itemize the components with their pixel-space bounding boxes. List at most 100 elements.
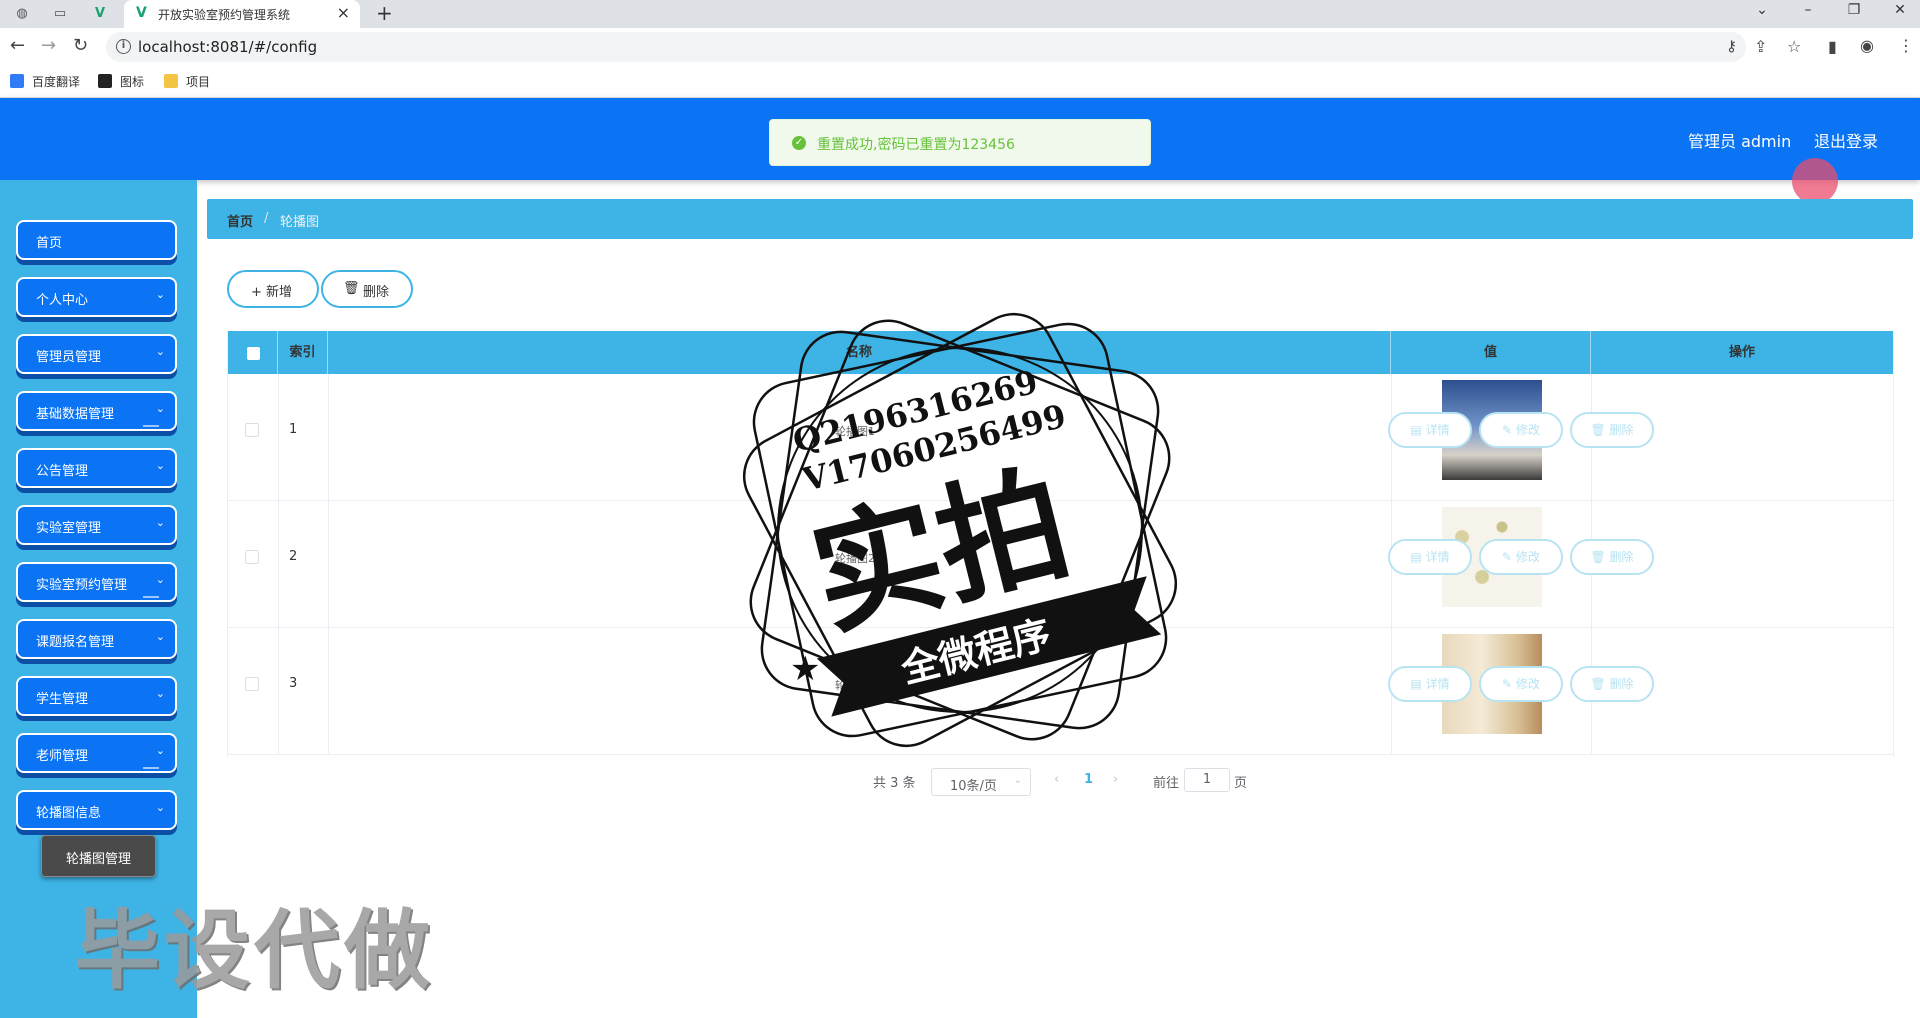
row-checkbox[interactable] — [245, 550, 259, 564]
table-row: 2 轮播图2 ▤ 详情 ✎ 修改 🗑 删除 — [228, 501, 1893, 628]
check-circle-icon: ✓ — [792, 136, 806, 150]
key-icon[interactable]: ⚷ — [1726, 37, 1737, 55]
vue-icon[interactable]: V — [92, 6, 108, 22]
page-number[interactable]: 1 — [1084, 772, 1093, 787]
logout-button[interactable]: 退出登录 — [1814, 128, 1878, 152]
info-icon[interactable]: i — [116, 39, 131, 54]
share-icon[interactable]: ⇪ — [1754, 37, 1767, 56]
url-input[interactable]: i localhost:8081/#/config ⚷ — [106, 32, 1746, 62]
sidebar-item-lab-booking[interactable]: 实验室预约管理 ⌄ — [16, 562, 177, 602]
sidebar-item-profile[interactable]: 个人中心 ⌄ — [16, 277, 177, 317]
doc-icon: ▤ — [1410, 677, 1426, 691]
new-tab-icon[interactable]: + — [376, 1, 393, 25]
row-name: 轮播图1 — [835, 425, 875, 438]
globe-icon[interactable]: ◍ — [14, 6, 30, 22]
delete-button[interactable]: 🗑 删除 — [1570, 666, 1654, 702]
add-button[interactable]: + 新增 — [227, 270, 319, 308]
header-value: 值 — [1391, 331, 1591, 374]
translate-icon — [10, 74, 24, 88]
row-index: 1 — [289, 422, 298, 437]
sidebar-item-notice[interactable]: 公告管理 ⌄ — [16, 448, 177, 488]
row-index: 3 — [289, 676, 298, 691]
bookmark-projects[interactable]: 项目 — [164, 73, 210, 90]
row-name: 轮播图3 — [835, 679, 875, 692]
trash-icon: 🗑 — [1590, 423, 1610, 437]
minimize-icon[interactable]: – — [1798, 2, 1818, 18]
chevron-down-icon: ⌄ — [155, 744, 165, 757]
forward-icon[interactable]: → — [41, 37, 56, 55]
vue-favicon-icon: V — [136, 5, 147, 21]
bookmark-baidu-translate[interactable]: 百度翻译 — [10, 73, 80, 90]
trash-icon: 🗑 — [1590, 677, 1610, 691]
chevron-down-icon: ⌄ — [155, 630, 165, 643]
back-icon[interactable]: ← — [10, 37, 25, 55]
submenu-item-carousel-manage[interactable]: 轮播图管理 — [41, 835, 156, 877]
chevron-down-icon[interactable]: ⌄ — [1752, 2, 1772, 18]
sidebar-item-carousel[interactable]: 轮播图信息 ⌄ — [16, 790, 177, 830]
detail-button[interactable]: ▤ 详情 — [1388, 539, 1472, 575]
active-tab[interactable]: V 开放实验室预约管理系统 × — [124, 0, 360, 28]
breadcrumb-current: 轮播图 — [280, 215, 320, 230]
next-page-icon[interactable]: › — [1113, 772, 1118, 787]
watermark-corner-text: 毕设代做 — [74, 901, 434, 1001]
doc-icon: ▤ — [1410, 423, 1426, 437]
detail-button[interactable]: ▤ 详情 — [1388, 412, 1472, 448]
edit-icon: ✎ — [1502, 550, 1516, 564]
trash-icon: 🗑 — [343, 281, 360, 296]
prev-page-icon[interactable]: ‹ — [1054, 772, 1059, 787]
delete-button[interactable]: 🗑 删除 — [1570, 412, 1654, 448]
delete-button[interactable]: 🗑 删除 — [1570, 539, 1654, 575]
detail-button[interactable]: ▤ 详情 — [1388, 666, 1472, 702]
row-checkbox[interactable] — [245, 677, 259, 691]
breadcrumb-home[interactable]: 首页 — [227, 211, 253, 230]
sidebar-item-home[interactable]: 首页 — [16, 220, 177, 260]
table-row: 3 轮播图3 ▤ 详情 ✎ 修改 🗑 删除 — [228, 628, 1893, 755]
breadcrumb-separator: / — [264, 211, 269, 226]
sidebar-item-topic-signup[interactable]: 课题报名管理 ⌄ — [16, 619, 177, 659]
star-icon[interactable]: ☆ — [1787, 37, 1801, 56]
chevron-down-icon: ⌄ — [155, 573, 165, 586]
chevron-down-icon: ⌄ — [155, 402, 165, 415]
edit-button[interactable]: ✎ 修改 — [1479, 412, 1563, 448]
row-checkbox[interactable] — [245, 423, 259, 437]
window-close-icon[interactable]: ✕ — [1890, 2, 1910, 18]
address-bar-row: ← → ↻ i localhost:8081/#/config ⚷ ⇪ ☆ ▮ … — [0, 28, 1920, 66]
edit-button[interactable]: ✎ 修改 — [1479, 666, 1563, 702]
menu-underline — [143, 767, 159, 769]
browser-tab-bar: ◍ ▭ V V 开放实验室预约管理系统 × + ⌄ – ❐ ✕ — [0, 0, 1920, 28]
goto-page-input[interactable]: 1 — [1184, 768, 1230, 792]
doc-icon: ▤ — [1410, 550, 1426, 564]
profile-icon[interactable]: ◉ — [1860, 36, 1874, 55]
success-toast: ✓ 重置成功,密码已重置为123456 — [769, 119, 1151, 166]
chevron-down-icon: ⌄ — [155, 459, 165, 472]
chevron-down-icon: ⌄ — [155, 288, 165, 301]
breadcrumb: 首页 / 轮播图 — [207, 199, 1913, 239]
restore-icon[interactable]: ❐ — [1844, 2, 1864, 18]
header-name: 名称 — [328, 331, 1391, 374]
bookmark-icons[interactable]: 图标 — [98, 73, 144, 90]
sidebar-item-teacher[interactable]: 老师管理 ⌄ — [16, 733, 177, 773]
cursor-highlight — [1792, 158, 1838, 204]
sidebar-item-lab[interactable]: 实验室管理 ⌄ — [16, 505, 177, 545]
edit-icon: ✎ — [1502, 423, 1516, 437]
blank-tab-icon[interactable]: ▭ — [52, 6, 68, 22]
tab-title: 开放实验室预约管理系统 — [158, 8, 291, 22]
page-unit-label: 页 — [1234, 776, 1248, 791]
sidebar-item-student[interactable]: 学生管理 ⌄ — [16, 676, 177, 716]
batch-delete-button[interactable]: 🗑 删除 — [321, 270, 413, 308]
carousel-table: 索引 名称 值 操作 1 轮播图1 ▤ 详情 ✎ 修改 🗑 删除 2 轮播图2 ▤ 详情 ✎ 修… — [227, 331, 1894, 757]
sidepanel-icon[interactable]: ▮ — [1828, 37, 1837, 56]
row-index: 2 — [289, 549, 298, 564]
close-icon[interactable]: × — [337, 3, 350, 22]
edit-button[interactable]: ✎ 修改 — [1479, 539, 1563, 575]
page-size-select[interactable]: 10条/页 ⌄ — [931, 768, 1031, 796]
bookmarks-bar: 百度翻译 图标 项目 — [0, 66, 1920, 98]
toast-message: 重置成功,密码已重置为123456 — [817, 137, 1015, 153]
more-icon[interactable]: ⋮ — [1898, 36, 1914, 55]
sidebar-item-basic-data[interactable]: 基础数据管理 ⌄ — [16, 391, 177, 431]
user-label: 管理员 admin — [1688, 132, 1792, 151]
table-row: 1 轮播图1 ▤ 详情 ✎ 修改 🗑 删除 — [228, 374, 1893, 501]
sidebar-item-admin[interactable]: 管理员管理 ⌄ — [16, 334, 177, 374]
chevron-down-icon: ⌄ — [155, 516, 165, 529]
reload-icon[interactable]: ↻ — [73, 37, 88, 55]
